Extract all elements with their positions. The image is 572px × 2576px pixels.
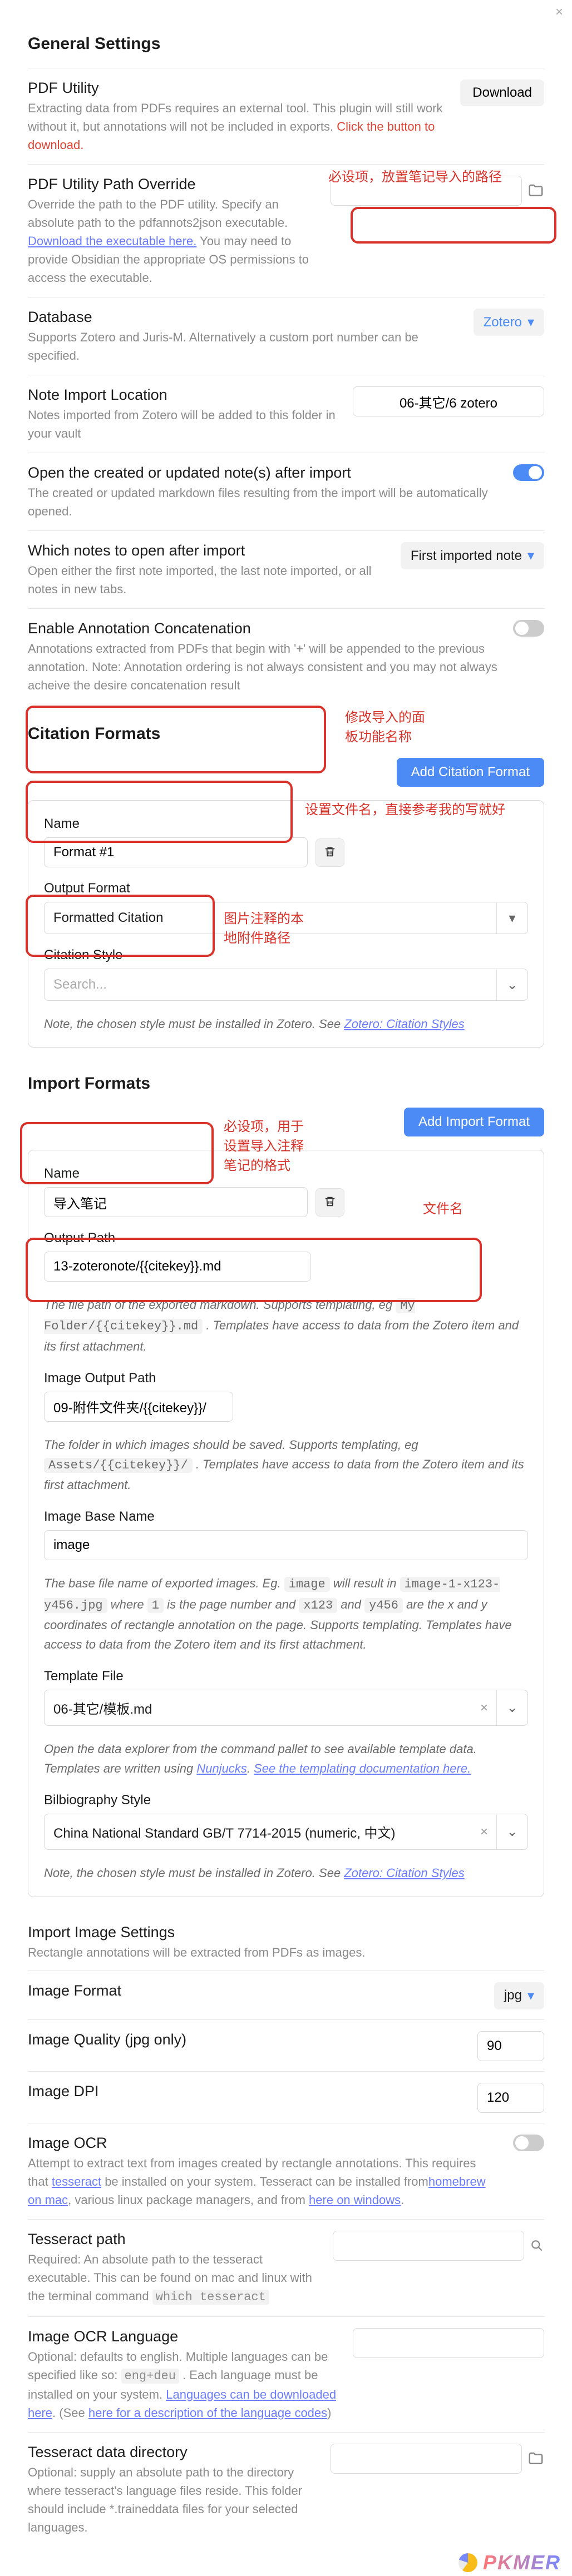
tesseract-path-desc: Required: An absolute path to the tesser… (28, 2250, 319, 2306)
image-format-select[interactable]: jpg▾ (494, 1982, 544, 2009)
folder-icon[interactable] (527, 2450, 544, 2467)
close-icon[interactable]: × (555, 4, 563, 20)
image-format-title: Image Format (28, 1982, 481, 1999)
tesseract-windows-link[interactable]: here on windows (309, 2193, 401, 2207)
trash-icon (324, 846, 336, 858)
pdf-path-override-title: PDF Utility Path Override (28, 176, 317, 193)
clear-icon[interactable]: × (472, 1690, 496, 1725)
image-output-path-label: Image Output Path (44, 1371, 233, 1386)
import-image-settings-desc: Rectangle annotations will be extracted … (28, 1943, 544, 1962)
image-quality-title: Image Quality (jpg only) (28, 2031, 464, 2048)
caret-down-icon: ⌄ (496, 1690, 527, 1725)
tesseract-path-title: Tesseract path (28, 2231, 319, 2248)
database-select[interactable]: Zotero▾ (474, 309, 544, 336)
template-file-select[interactable]: 06-其它/模板.md × ⌄ (44, 1690, 528, 1726)
image-ocr-title: Image OCR (28, 2135, 500, 2152)
citation-style-select[interactable]: Search... ⌄ (44, 969, 528, 1001)
citation-format-card: Name Output Format Formatted Citation ▾ … (28, 800, 544, 1048)
database-title: Database (28, 309, 460, 326)
pdf-utility-title: PDF Utility (28, 80, 447, 97)
general-settings-title: General Settings (28, 34, 544, 53)
ocr-language-codes-link[interactable]: here for a description of the language c… (88, 2406, 327, 2420)
note-import-input[interactable] (353, 386, 544, 416)
citation-formats-title: Citation Formats (28, 724, 544, 743)
bibliography-style-select[interactable]: China National Standard GB/T 7714-2015 (… (44, 1814, 528, 1850)
image-output-path-note: The folder in which images should be sav… (44, 1435, 528, 1495)
caret-down-icon: ▾ (527, 548, 534, 564)
image-ocr-toggle[interactable] (513, 2135, 544, 2151)
tesseract-link[interactable]: tesseract (52, 2175, 101, 2188)
output-path-input[interactable] (44, 1252, 311, 1282)
add-citation-format-button[interactable]: Add Citation Format (397, 758, 544, 787)
watermark-logo-icon (458, 2553, 477, 2572)
image-dpi-title: Image DPI (28, 2083, 464, 2100)
download-executable-link[interactable]: Download the executable here. (28, 234, 196, 248)
import-image-settings-title: Import Image Settings (28, 1924, 544, 1941)
citation-name-label: Name (44, 816, 344, 832)
delete-citation-button[interactable] (315, 838, 344, 867)
pdf-utility-desc: Extracting data from PDFs requires an ex… (28, 99, 447, 154)
bibliography-style-note: Note, the chosen style must be installed… (44, 1863, 528, 1883)
note-import-location-desc: Notes imported from Zotero will be added… (28, 406, 339, 443)
import-formats-title: Import Formats (28, 1074, 544, 1093)
templating-doc-link[interactable]: See the templating documentation here. (254, 1761, 471, 1775)
output-path-label: Output Path (44, 1230, 311, 1246)
folder-icon[interactable] (527, 182, 544, 199)
watermark: PKMER (458, 2551, 561, 2574)
which-notes-desc: Open either the first note imported, the… (28, 562, 387, 598)
output-format-select[interactable]: Formatted Citation ▾ (44, 902, 528, 934)
which-notes-select[interactable]: First imported note▾ (401, 542, 544, 569)
image-ocr-desc: Attempt to extract text from images crea… (28, 2154, 500, 2209)
pdf-path-input[interactable] (331, 176, 522, 206)
zotero-styles-link[interactable]: Zotero: Citation Styles (344, 1017, 464, 1031)
image-ocr-language-title: Image OCR Language (28, 2328, 339, 2345)
tesseract-data-dir-title: Tesseract data directory (28, 2444, 317, 2461)
trash-icon (324, 1195, 336, 1208)
image-base-name-input[interactable] (44, 1530, 528, 1560)
open-after-import-toggle[interactable] (513, 464, 544, 481)
image-ocr-language-desc: Optional: defaults to english. Multiple … (28, 2347, 339, 2422)
tesseract-data-dir-desc: Optional: supply an absolute path to the… (28, 2463, 317, 2537)
image-base-name-label: Image Base Name (44, 1509, 528, 1525)
image-base-name-note: The base file name of exported images. E… (44, 1574, 528, 1654)
caret-down-icon: ▾ (496, 902, 527, 934)
delete-import-button[interactable] (315, 1188, 344, 1217)
pdf-path-override-desc: Override the path to the PDF utility. Sp… (28, 195, 317, 287)
zotero-styles-link[interactable]: Zotero: Citation Styles (344, 1866, 464, 1880)
import-name-input[interactable] (44, 1187, 308, 1217)
citation-name-input[interactable] (44, 837, 308, 867)
citation-style-label: Citation Style (44, 947, 528, 963)
annotation-concat-title: Enable Annotation Concatenation (28, 620, 500, 637)
import-name-label: Name (44, 1166, 344, 1182)
output-format-label: Output Format (44, 881, 528, 896)
download-button[interactable]: Download (460, 80, 544, 106)
output-path-note: The file path of the exported markdown. … (44, 1295, 528, 1356)
caret-down-icon: ⌄ (496, 969, 527, 1000)
caret-down-icon: ⌄ (496, 1814, 527, 1849)
bibliography-style-label: Bilbiography Style (44, 1793, 528, 1808)
caret-down-icon: ▾ (527, 314, 534, 330)
clear-icon[interactable]: × (472, 1814, 496, 1849)
which-notes-title: Which notes to open after import (28, 542, 387, 559)
citation-style-note: Note, the chosen style must be installed… (44, 1014, 528, 1034)
open-after-import-desc: The created or updated markdown files re… (28, 484, 500, 520)
annotation-concat-desc: Annotations extracted from PDFs that beg… (28, 639, 500, 694)
template-file-label: Template File (44, 1669, 528, 1684)
image-dpi-input[interactable] (477, 2083, 544, 2113)
database-desc: Supports Zotero and Juris-M. Alternative… (28, 328, 460, 365)
open-after-import-title: Open the created or updated note(s) afte… (28, 464, 500, 482)
nunjucks-link[interactable]: Nunjucks (196, 1761, 246, 1775)
search-icon[interactable] (530, 2239, 544, 2253)
import-format-card: Name Output Path The file path of the ex… (28, 1150, 544, 1897)
image-quality-input[interactable] (477, 2031, 544, 2061)
annotation-concat-toggle[interactable] (513, 620, 544, 637)
add-import-format-button[interactable]: Add Import Format (404, 1108, 544, 1136)
template-file-note: Open the data explorer from the command … (44, 1739, 528, 1778)
tesseract-data-dir-input[interactable] (331, 2444, 522, 2474)
tesseract-path-input[interactable] (333, 2231, 524, 2261)
image-output-path-input[interactable] (44, 1392, 233, 1422)
caret-down-icon: ▾ (527, 1988, 534, 2004)
note-import-location-title: Note Import Location (28, 386, 339, 404)
image-ocr-language-input[interactable] (353, 2328, 544, 2358)
